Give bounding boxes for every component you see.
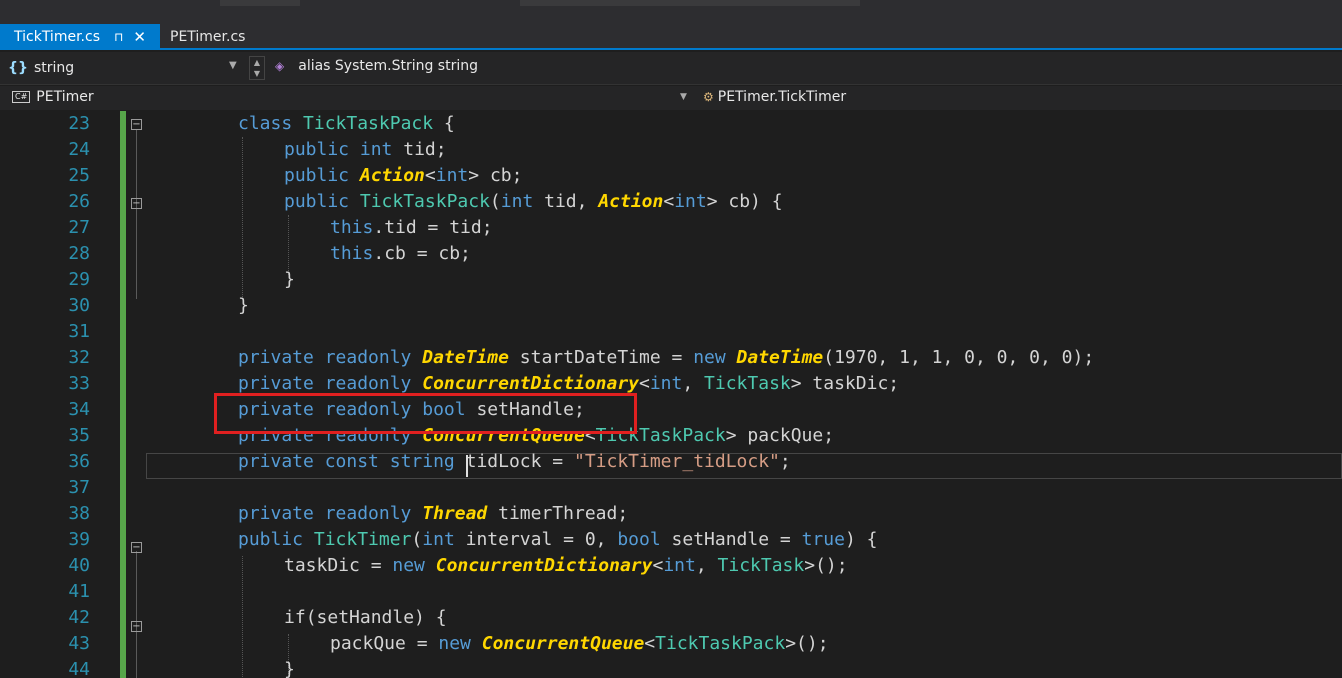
chevron-up-icon[interactable]: ▲: [250, 57, 264, 68]
navigation-bar-members: {} string ▼ ▲ ▼ ◈ alias System.String st…: [0, 52, 1342, 85]
class-dropdown[interactable]: ⚙ PETimer.TickTimer: [703, 89, 846, 105]
pin-icon[interactable]: ⊓: [114, 30, 123, 44]
code-line: 31: [0, 319, 1342, 345]
code-line: 26 public TickTaskPack(int tid, Action<i…: [0, 189, 1342, 215]
line-number: 42: [68, 607, 90, 628]
code-text: private const string tidLock = "TickTime…: [238, 451, 791, 472]
code-text: }: [284, 269, 295, 290]
text-caret: [466, 455, 468, 477]
chevron-down-icon[interactable]: ▼: [229, 60, 237, 71]
cube-icon: ◈: [275, 59, 285, 73]
code-line: 42 if(setHandle) {: [0, 605, 1342, 631]
code-text: }: [284, 659, 295, 678]
line-number: 26: [68, 191, 90, 212]
line-number: 32: [68, 347, 90, 368]
code-text: this.tid = tid;: [330, 217, 493, 238]
tab-label: PETimer.cs: [170, 29, 246, 45]
code-text: private readonly Thread timerThread;: [238, 503, 629, 524]
code-text: class TickTaskPack {: [238, 113, 455, 134]
line-number: 30: [68, 295, 90, 316]
line-number: 29: [68, 269, 90, 290]
code-text: public TickTimer(int interval = 0, bool …: [238, 529, 878, 550]
code-line: 24 public int tid;: [0, 137, 1342, 163]
tab-ticktimer[interactable]: TickTimer.cs ⊓ ✕: [0, 24, 160, 50]
code-line: 33 private readonly ConcurrentDictionary…: [0, 371, 1342, 397]
annotation-highlight-box: [214, 393, 637, 434]
dropdown-spinner[interactable]: ▲ ▼: [249, 56, 265, 80]
code-line: 43 packQue = new ConcurrentQueue<TickTas…: [0, 631, 1342, 657]
chevron-down-icon[interactable]: ▼: [680, 92, 687, 102]
line-number: 28: [68, 243, 90, 264]
braces-icon: {}: [8, 60, 28, 76]
line-number: 24: [68, 139, 90, 160]
tab-petimer[interactable]: PETimer.cs: [160, 24, 245, 50]
line-number: 43: [68, 633, 90, 654]
code-text: this.cb = cb;: [330, 243, 471, 264]
code-line: 40 taskDic = new ConcurrentDictionary<in…: [0, 553, 1342, 579]
code-line: 34 private readonly bool setHandle;: [0, 397, 1342, 423]
code-line: 38 private readonly Thread timerThread;: [0, 501, 1342, 527]
code-line: 39 public TickTimer(int interval = 0, bo…: [0, 527, 1342, 553]
line-number: 39: [68, 529, 90, 550]
navigation-bar-project: C# PETimer ▼ ⚙ PETimer.TickTimer: [0, 86, 1342, 110]
tab-label: TickTimer.cs: [14, 29, 100, 45]
chevron-down-icon[interactable]: ▼: [250, 68, 264, 79]
code-editor[interactable]: − − − − 23 class TickTaskPack { 24 publi…: [0, 111, 1342, 678]
code-line: 28 this.cb = cb;: [0, 241, 1342, 267]
code-line: 37: [0, 475, 1342, 501]
code-line: 25 public Action<int> cb;: [0, 163, 1342, 189]
code-line: 32 private readonly DateTime startDateTi…: [0, 345, 1342, 371]
code-line: 23 class TickTaskPack {: [0, 111, 1342, 137]
line-number: 40: [68, 555, 90, 576]
class-icon: ⚙: [703, 90, 714, 104]
document-tab-bar: TickTimer.cs ⊓ ✕ PETimer.cs: [0, 14, 1342, 50]
csharp-file-icon: C#: [12, 91, 31, 103]
code-text: if(setHandle) {: [284, 607, 447, 628]
code-text: packQue = new ConcurrentQueue<TickTaskPa…: [330, 633, 829, 654]
line-number: 27: [68, 217, 90, 238]
type-dropdown-label: string: [33, 60, 75, 76]
code-line: 30 }: [0, 293, 1342, 319]
code-line: 44 }: [0, 657, 1342, 678]
line-number: 36: [68, 451, 90, 472]
line-number: 23: [68, 113, 90, 134]
top-strip-segment: [220, 0, 300, 6]
code-line: 35 private readonly ConcurrentQueue<Tick…: [0, 423, 1342, 449]
code-text: public int tid;: [284, 139, 447, 160]
code-line: 41: [0, 579, 1342, 605]
window-top-strip: [0, 0, 1342, 14]
code-text: public TickTaskPack(int tid, Action<int>…: [284, 191, 783, 212]
line-number: 33: [68, 373, 90, 394]
code-line: 36 private const string tidLock = "TickT…: [0, 449, 1342, 475]
line-number: 38: [68, 503, 90, 524]
project-dropdown[interactable]: C# PETimer: [12, 89, 94, 105]
line-number: 41: [68, 581, 90, 602]
code-text: }: [238, 295, 249, 316]
line-number: 34: [68, 399, 90, 420]
project-dropdown-label: PETimer: [36, 89, 94, 105]
member-dropdown-label: alias System.String string: [298, 58, 478, 74]
line-number: 35: [68, 425, 90, 446]
line-number: 31: [68, 321, 90, 342]
class-dropdown-label: PETimer.TickTimer: [717, 89, 847, 105]
code-text: private readonly DateTime startDateTime …: [238, 347, 1095, 368]
code-text: public Action<int> cb;: [284, 165, 523, 186]
line-number: 37: [68, 477, 90, 498]
code-line: 27 this.tid = tid;: [0, 215, 1342, 241]
code-text: taskDic = new ConcurrentDictionary<int, …: [284, 555, 848, 576]
close-icon[interactable]: ✕: [133, 28, 146, 46]
line-number: 25: [68, 165, 90, 186]
top-strip-segment: [520, 0, 860, 6]
member-dropdown[interactable]: ◈ alias System.String string: [275, 58, 478, 74]
line-number: 44: [68, 659, 90, 678]
code-line: 29 }: [0, 267, 1342, 293]
